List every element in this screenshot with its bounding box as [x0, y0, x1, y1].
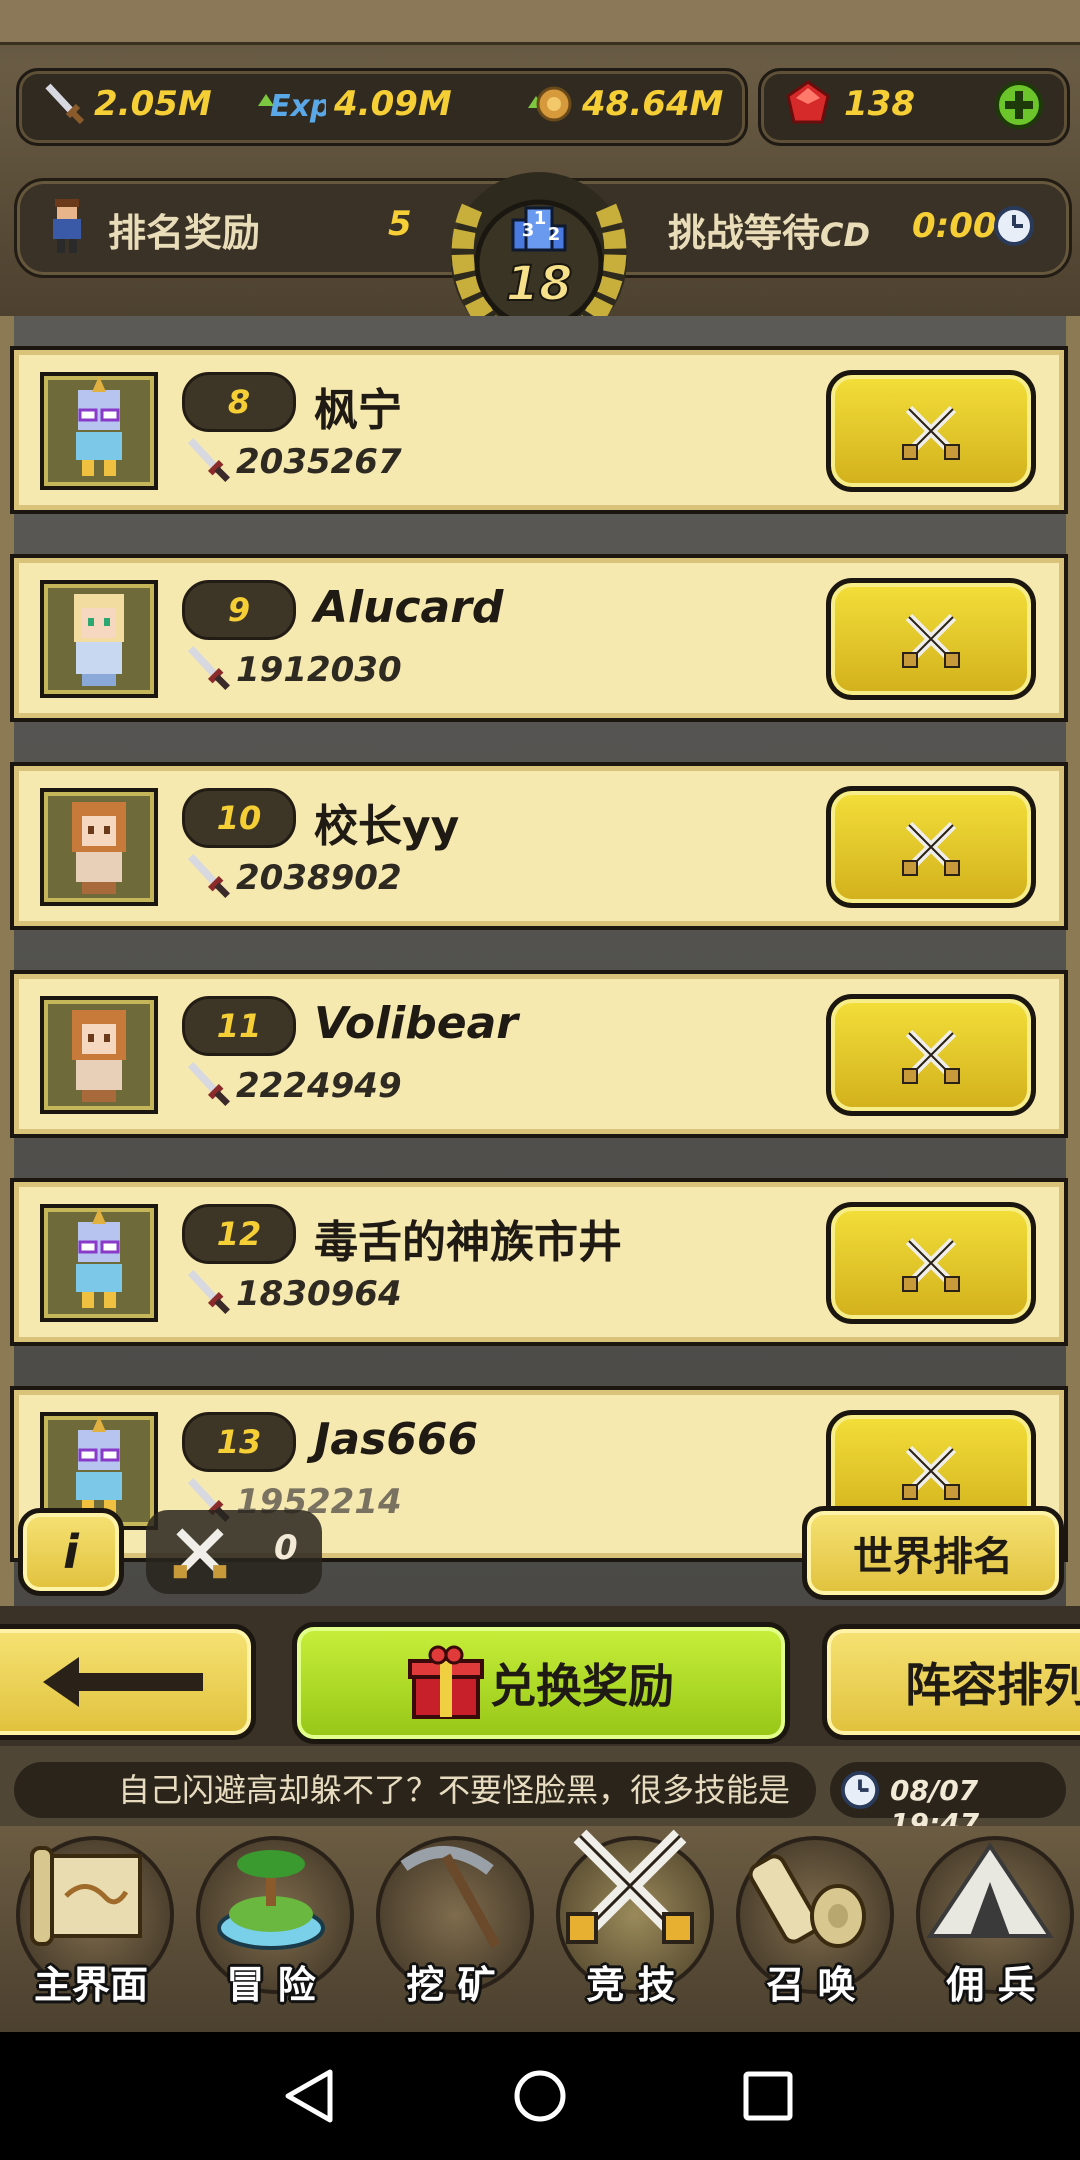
list-frame-right — [1066, 316, 1080, 1606]
opponent-row: 12 毒舌的神族市井 1830964 — [10, 1178, 1068, 1346]
back-button[interactable] — [0, 1624, 256, 1740]
back-triangle-icon[interactable] — [280, 2066, 340, 2126]
lineup-rank-button[interactable]: 阵容排列 — [822, 1624, 1080, 1740]
cooldown-value: 0:00 — [912, 206, 997, 246]
player-name: 毒舌的神族市井 — [314, 1217, 622, 1268]
tent-icon — [926, 1842, 1054, 1938]
challenge-button[interactable] — [826, 786, 1036, 908]
attack-power-value: 2.05M — [94, 84, 212, 124]
podium-second: 2 — [547, 224, 561, 245]
challenge-button[interactable] — [826, 578, 1036, 700]
avatar — [40, 372, 158, 490]
crossed-swords-icon — [902, 1237, 960, 1292]
rank-badge: 13 — [182, 1412, 296, 1472]
challenge-button[interactable] — [826, 1202, 1036, 1324]
player-name: Alucard — [314, 582, 504, 633]
opponent-row: 8 枫宁 2035267 — [10, 346, 1068, 514]
opponent-row: 11 Volibear 2224949 — [10, 970, 1068, 1138]
power-sword-icon — [182, 1266, 232, 1316]
datetime-pill: 08/07 19:47 — [830, 1762, 1066, 1840]
opponent-row: 9 Alucard 1912030 — [10, 554, 1068, 722]
top-strip — [0, 0, 1080, 45]
nav-adventure-label: 冒 险 — [226, 1963, 316, 2007]
avatar — [40, 580, 158, 698]
nav-summon[interactable]: 召 唤 — [726, 1830, 896, 2020]
nav-main-label: 主界面 — [33, 1963, 148, 2007]
avatar — [40, 1204, 158, 1322]
rank-badge: 11 — [182, 996, 296, 1056]
power-sword-icon — [182, 434, 232, 484]
power-value: 2224949 — [236, 1066, 402, 1106]
rank-badge: 9 — [182, 580, 296, 640]
power-sword-icon — [182, 642, 232, 692]
reward-value: 5 — [388, 204, 412, 244]
nav-mining[interactable]: 挖 矿 — [366, 1830, 536, 2020]
opponent-row: 10 校长yy 2038902 — [10, 762, 1068, 930]
nav-mercenary-label: 佣 兵 — [946, 1963, 1036, 2007]
clock-icon — [992, 204, 1036, 248]
gift-box-icon — [408, 1645, 484, 1719]
add-gems-button[interactable] — [992, 78, 1046, 132]
rank-badge: 12 — [182, 1204, 296, 1264]
gold-value: 48.64M — [582, 84, 724, 124]
power-sword-icon — [182, 850, 232, 900]
player-name: 枫宁 — [314, 385, 402, 436]
crossed-swords-icon — [902, 1445, 960, 1500]
sword-icon — [38, 78, 88, 128]
back-arrow-icon — [43, 1657, 203, 1707]
news-ticker: 自己闪避高却躲不了？不要怪脸黑，很多技能是 — [14, 1762, 816, 1818]
world-rank-button[interactable]: 世界排名 — [802, 1506, 1064, 1600]
crossed-swords-icon — [173, 1528, 227, 1579]
crossed-swords-icon — [566, 1829, 694, 1944]
info-button[interactable]: i — [18, 1508, 124, 1596]
challenge-button[interactable] — [826, 994, 1036, 1116]
nav-mercenary[interactable]: 佣 兵 — [906, 1830, 1076, 2020]
nav-mining-label: 挖 矿 — [406, 1963, 496, 2007]
exp-icon: Exp — [252, 78, 326, 128]
crossed-swords-icon — [902, 821, 960, 876]
rank-badge: 8 — [182, 372, 296, 432]
crossed-swords-icon — [902, 613, 960, 668]
summon-scroll-icon — [748, 1854, 866, 1948]
ruby-icon — [780, 76, 836, 130]
island-icon — [217, 1850, 325, 1950]
system-nav-bar — [0, 2032, 1080, 2160]
pickaxe-icon — [400, 1845, 501, 1949]
battle-count: 0 — [274, 1528, 298, 1568]
nav-arena[interactable]: 竞 技 — [546, 1829, 716, 2020]
power-value: 1912030 — [236, 650, 402, 690]
nav-arena-label: 竞 技 — [586, 1963, 676, 2007]
nav-adventure[interactable]: 冒 险 — [186, 1830, 356, 2020]
power-value: 1830964 — [236, 1274, 402, 1314]
hero-icon — [44, 196, 90, 256]
experience-value: 4.09M — [334, 84, 452, 124]
nav-main[interactable]: 主界面 — [6, 1830, 176, 2020]
exchange-reward-label: 兑换奖励 — [490, 1659, 674, 1713]
gold-icon — [522, 78, 576, 128]
reward-label: 排名奖励 — [108, 211, 261, 255]
player-name: Jas666 — [314, 1414, 479, 1465]
player-name: Volibear — [314, 998, 518, 1049]
power-sword-icon — [182, 1058, 232, 1108]
battle-count-pill: 0 — [146, 1510, 322, 1594]
my-rank-number: 18 — [505, 255, 574, 313]
rank-badge: 10 — [182, 788, 296, 848]
player-name: 校长yy — [314, 801, 460, 852]
svg-text:Exp: Exp — [270, 89, 326, 124]
scroll-map-icon — [30, 1846, 142, 1946]
crossed-swords-icon — [902, 405, 960, 460]
power-value: 2038902 — [236, 858, 402, 898]
power-value: 2035267 — [236, 442, 402, 482]
cooldown-label: 挑战等待CD — [668, 211, 871, 255]
crossed-swords-icon — [902, 1029, 960, 1084]
exchange-reward-button[interactable]: 兑换奖励 — [292, 1622, 790, 1744]
clock-icon — [840, 1770, 880, 1810]
challenge-button[interactable] — [826, 370, 1036, 492]
avatar — [40, 996, 158, 1114]
nav-summon-label: 召 唤 — [766, 1963, 856, 2007]
home-circle-icon[interactable] — [510, 2066, 570, 2126]
avatar — [40, 788, 158, 906]
gem-count: 138 — [844, 84, 915, 124]
recent-apps-icon[interactable] — [738, 2066, 798, 2126]
